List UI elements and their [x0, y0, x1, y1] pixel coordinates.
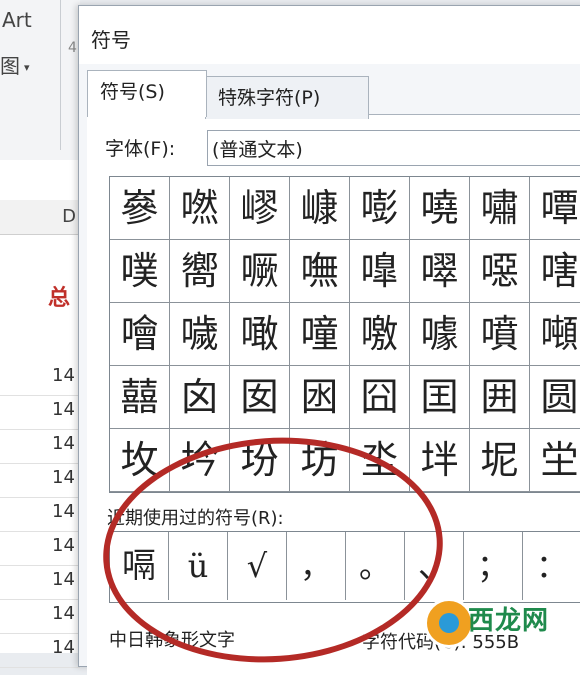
background-sheet: D 总 14 14 14 14 14 14 14 14 14 — [0, 160, 80, 668]
watermark: 西龙网 — [424, 598, 574, 650]
sheet-cell[interactable]: 14 — [52, 637, 75, 658]
symbol-cell[interactable]: 噦 — [170, 303, 230, 366]
dialog-title: 符号 — [91, 28, 131, 52]
ribbon-tiny-text: 4 — [68, 40, 77, 56]
symbol-cell[interactable]: 囟 — [170, 366, 230, 429]
symbol-cell[interactable]: 噉 — [230, 303, 290, 366]
font-select-value: (普通文本) — [212, 139, 303, 161]
sheet-gridline — [0, 395, 80, 396]
ribbon-divider — [60, 0, 61, 150]
ribbon-tu-button[interactable]: 图 ▾ — [0, 50, 30, 79]
font-label: 字体(F): — [105, 138, 176, 160]
symbol-cell[interactable]: 嵻 — [290, 177, 350, 240]
sheet-cell[interactable]: 14 — [52, 501, 75, 522]
symbol-cell[interactable]: 嵺 — [230, 177, 290, 240]
dialog-titlebar[interactable]: 符号 — [79, 6, 580, 64]
symbol-cell[interactable]: 嘭 — [350, 177, 410, 240]
symbol-row: 囍囟囡囦囧囯囲圆 — [110, 366, 580, 429]
symbol-cell[interactable]: 噁 — [470, 240, 530, 303]
background-ribbon: Art 图 ▾ 4 — [0, 0, 80, 161]
symbol-row: 嵾嘫嵺嵻嘭嘵嘯嘾 — [110, 177, 580, 240]
ribbon-tu-label: 图 — [0, 54, 20, 78]
symbol-cell[interactable]: 囍 — [110, 366, 170, 429]
symbol-cell[interactable]: 嘸 — [290, 240, 350, 303]
recent-symbol-cell[interactable]: ： — [523, 532, 580, 600]
sheet-gridline — [0, 667, 80, 668]
column-header[interactable]: D — [0, 200, 80, 235]
symbol-cell[interactable]: 囡 — [230, 366, 290, 429]
sheet-gridline — [0, 599, 80, 600]
symbol-cell[interactable]: 囯 — [410, 366, 470, 429]
recent-symbol-cell[interactable]: ； — [464, 532, 523, 600]
symbol-cell[interactable]: 嘯 — [470, 177, 530, 240]
symbol-cell[interactable]: 噱 — [410, 303, 470, 366]
font-select[interactable]: (普通文本) — [207, 130, 580, 166]
sheet-heading: 总 — [48, 286, 71, 311]
symbol-cell[interactable]: 嘷 — [350, 240, 410, 303]
symbol-cell[interactable]: 嘵 — [410, 177, 470, 240]
symbol-cell[interactable]: 嘫 — [170, 177, 230, 240]
symbol-row: 噗嚮噘嘸嘷噿噁嗐 — [110, 240, 580, 303]
symbol-row: 噲噦噉噇噭噱噴噸 — [110, 303, 580, 366]
watermark-logo-inner — [439, 613, 459, 633]
symbol-cell[interactable]: 噸 — [530, 303, 580, 366]
sheet-gridline — [0, 565, 80, 566]
symbol-cell[interactable]: 噴 — [470, 303, 530, 366]
watermark-logo-icon — [424, 598, 474, 648]
symbol-cell[interactable]: 噘 — [230, 240, 290, 303]
sheet-cell[interactable]: 14 — [52, 569, 75, 590]
sheet-cell[interactable]: 14 — [52, 365, 75, 386]
sheet-gridline — [0, 633, 80, 634]
sheet-cell[interactable]: 14 — [52, 467, 75, 488]
symbol-cell[interactable]: 噇 — [290, 303, 350, 366]
sheet-gridline — [0, 429, 80, 430]
sheet-cell[interactable]: 14 — [52, 535, 75, 556]
sheet-cell[interactable]: 14 — [52, 433, 75, 454]
symbol-cell[interactable]: 噿 — [410, 240, 470, 303]
column-header-label: D — [62, 206, 76, 227]
symbol-cell[interactable]: 圆 — [530, 366, 580, 429]
symbol-cell[interactable]: 噲 — [110, 303, 170, 366]
watermark-text: 西龙网 — [468, 606, 550, 636]
sheet-gridline — [0, 463, 80, 464]
sheet-cell[interactable]: 14 — [52, 399, 75, 420]
symbol-cell[interactable]: 嘾 — [530, 177, 580, 240]
symbol-cell[interactable]: 坭 — [470, 429, 530, 492]
sheet-cell[interactable]: 14 — [52, 603, 75, 624]
chevron-down-icon: ▾ — [24, 61, 30, 74]
sheet-gridline — [0, 497, 80, 498]
symbol-cell[interactable]: 噭 — [350, 303, 410, 366]
tab-symbols[interactable]: 符号(S) — [87, 70, 207, 117]
symbol-cell[interactable]: 嚮 — [170, 240, 230, 303]
symbol-cell[interactable]: 噗 — [110, 240, 170, 303]
symbol-cell[interactable]: 囦 — [290, 366, 350, 429]
symbol-cell[interactable]: 坣 — [530, 429, 580, 492]
symbol-cell[interactable]: 囲 — [470, 366, 530, 429]
ribbon-art-label: Art — [2, 8, 32, 32]
tab-special-characters[interactable]: 特殊字符(P) — [205, 76, 369, 119]
symbol-cell[interactable]: 嗐 — [530, 240, 580, 303]
symbol-cell[interactable]: 囧 — [350, 366, 410, 429]
sheet-gridline — [0, 531, 80, 532]
symbol-cell[interactable]: 坢 — [410, 429, 470, 492]
symbol-cell[interactable]: 嵾 — [110, 177, 170, 240]
